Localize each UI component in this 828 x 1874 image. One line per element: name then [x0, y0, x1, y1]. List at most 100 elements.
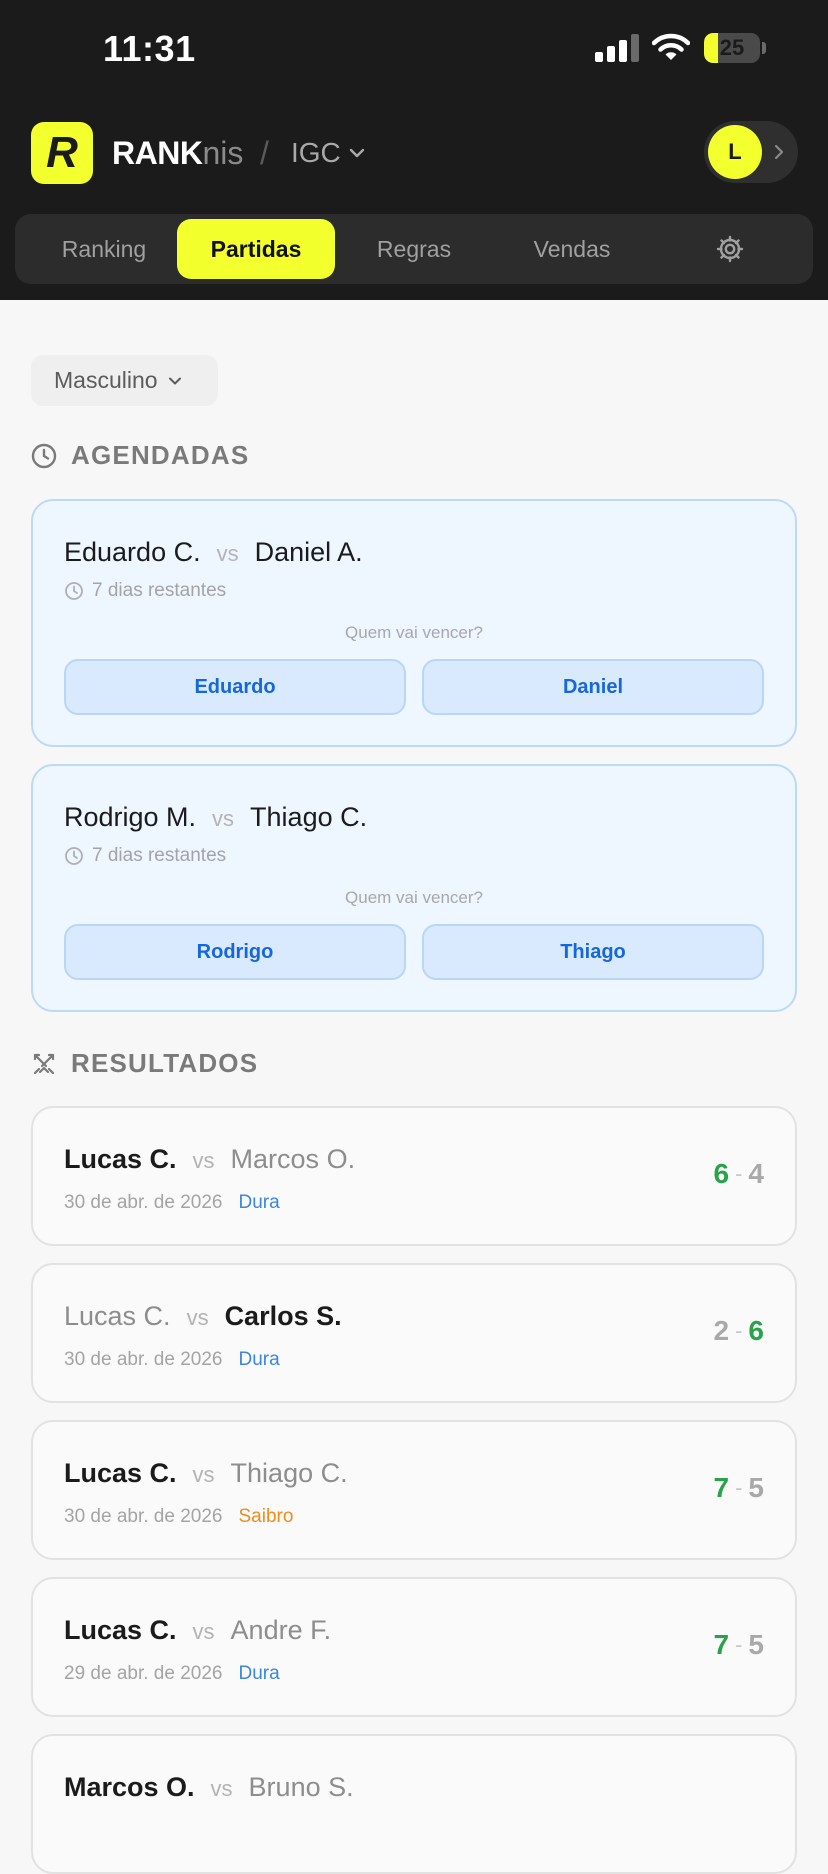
chevron-right-icon: [774, 144, 784, 160]
score-player2: 4: [748, 1158, 764, 1189]
match-meta: 30 de abr. de 2026 Saibro: [64, 1506, 293, 1528]
brand-name: RANKnis: [112, 135, 244, 171]
court-surface: Dura: [238, 1349, 280, 1370]
match-players: Lucas C. vs Carlos S.: [64, 1299, 342, 1335]
settings-gear-icon[interactable]: [715, 234, 745, 264]
app-header: 11:31 25 R RANKnis / IGC L Ranking Parti…: [0, 0, 828, 300]
pick-player1-button[interactable]: Rodrigo: [64, 924, 406, 980]
wifi-icon: [652, 33, 690, 60]
scheduled-section-header: AGENDADAS: [31, 440, 249, 471]
status-bar: 11:31 25: [0, 0, 828, 100]
result-match-card[interactable]: Lucas C. vs Andre F. 29 de abr. de 2026 Dura…: [31, 1577, 797, 1717]
score-player2: 5: [748, 1629, 764, 1660]
result-match-card[interactable]: Lucas C. vs Thiago C. 30 de abr. de 2026 Sai…: [31, 1420, 797, 1560]
match-meta: 30 de abr. de 2026 Dura: [64, 1192, 280, 1214]
score-player2: 6: [748, 1315, 764, 1346]
scheduled-match-card: Eduardo C. vs Daniel A. 7 dias restantes…: [31, 499, 797, 747]
section-title: RESULTADOS: [71, 1048, 259, 1078]
results-section-header: RESULTADOS: [31, 1048, 258, 1079]
result-match-card[interactable]: Lucas C. vs Carlos S. 30 de abr. de 2026 Dur…: [31, 1263, 797, 1403]
scheduled-match-card: Rodrigo M. vs Thiago C. 7 dias restantes…: [31, 764, 797, 1012]
tab-ranking[interactable]: Ranking: [35, 219, 173, 279]
court-surface: Saibro: [238, 1506, 294, 1527]
player-name: Carlos S.: [224, 1301, 342, 1331]
player-name: Lucas C.: [64, 1615, 177, 1645]
vs-label: vs: [192, 1619, 215, 1644]
app-logo[interactable]: R: [31, 122, 93, 184]
player-name: Daniel A.: [254, 537, 363, 567]
pick-player1-button[interactable]: Eduardo: [64, 659, 406, 715]
result-match-card[interactable]: Lucas C. vs Marcos O. 30 de abr. de 2026 Dur…: [31, 1106, 797, 1246]
match-players: Lucas C. vs Marcos O.: [64, 1142, 355, 1178]
filter-label: Masculino: [54, 367, 158, 393]
player-name: Bruno S.: [248, 1772, 354, 1802]
tab-partidas[interactable]: Partidas: [177, 219, 335, 279]
court-surface: Dura: [238, 1192, 280, 1213]
match-date: 29 de abr. de 2026: [64, 1663, 223, 1684]
cellular-signal-icon: [595, 34, 639, 62]
prediction-prompt: Quem vai vencer?: [345, 623, 483, 642]
tab-vendas[interactable]: Vendas: [503, 219, 641, 279]
prediction-prompt: Quem vai vencer?: [345, 888, 483, 907]
org-name: IGC: [291, 137, 341, 168]
nav-tabs: Ranking Partidas Regras Vendas: [15, 214, 813, 284]
pick-player2-button[interactable]: Thiago: [422, 924, 764, 980]
match-score: 2-6: [714, 1315, 764, 1347]
remaining-text: 7 dias restantes: [92, 845, 227, 866]
crossed-rackets-icon: [33, 1053, 55, 1074]
avatar: L: [708, 125, 762, 179]
chevron-down-icon: [168, 377, 181, 384]
score-separator: -: [735, 1318, 743, 1343]
remaining-text: 7 dias restantes: [92, 580, 227, 601]
match-score: 7-5: [714, 1472, 764, 1504]
score-player1: 6: [713, 1158, 730, 1189]
org-selector[interactable]: IGC: [291, 134, 365, 172]
player-name: Thiago C.: [230, 1458, 348, 1488]
pick-player2-button[interactable]: Daniel: [422, 659, 764, 715]
match-score: 7-5: [714, 1629, 764, 1661]
status-time: 11:31: [103, 28, 196, 69]
tab-regras[interactable]: Regras: [345, 219, 483, 279]
chevron-down-icon: [349, 148, 364, 158]
vs-label: vs: [210, 1776, 233, 1801]
score-separator: -: [735, 1161, 743, 1186]
match-date: 30 de abr. de 2026: [64, 1192, 223, 1213]
score-player2: 5: [748, 1472, 764, 1503]
player-name: Marcos O.: [64, 1772, 195, 1802]
player-name: Eduardo C.: [64, 537, 201, 567]
breadcrumb-separator: /: [260, 135, 269, 171]
match-players: Marcos O. vs Bruno S.: [64, 1770, 354, 1806]
time-remaining: 7 dias restantes: [64, 580, 226, 602]
score-player1: 7: [713, 1472, 730, 1503]
clock-icon: [65, 582, 83, 600]
result-match-card[interactable]: Marcos O. vs Bruno S.: [31, 1734, 797, 1874]
score-player1: 7: [713, 1629, 730, 1660]
vs-label: vs: [212, 806, 235, 831]
match-players: Lucas C. vs Thiago C.: [64, 1456, 348, 1492]
player-name: Andre F.: [230, 1615, 332, 1645]
vs-label: vs: [186, 1305, 209, 1330]
user-menu-button[interactable]: L: [704, 121, 798, 183]
section-title: AGENDADAS: [71, 440, 250, 470]
match-date: 30 de abr. de 2026: [64, 1349, 223, 1370]
score-separator: -: [735, 1632, 743, 1657]
match-score: 6-4: [714, 1158, 764, 1190]
player-name: Rodrigo M.: [64, 802, 197, 832]
match-meta: 30 de abr. de 2026 Dura: [64, 1349, 280, 1371]
clock-icon: [65, 847, 83, 865]
clock-icon: [31, 443, 57, 468]
score-separator: -: [735, 1475, 743, 1500]
score-player1: 2: [713, 1315, 730, 1346]
vs-label: vs: [216, 541, 239, 566]
battery-icon: 25: [704, 33, 760, 63]
vs-label: vs: [192, 1148, 215, 1173]
gender-filter-dropdown[interactable]: Masculino: [31, 355, 218, 406]
player-name: Marcos O.: [230, 1144, 356, 1174]
battery-tip: [762, 42, 766, 54]
time-remaining: 7 dias restantes: [64, 845, 226, 867]
player-name: Lucas C.: [64, 1458, 177, 1488]
match-players: Eduardo C. vs Daniel A.: [64, 535, 363, 571]
vs-label: vs: [192, 1462, 215, 1487]
match-date: 30 de abr. de 2026: [64, 1506, 223, 1527]
court-surface: Dura: [238, 1663, 280, 1684]
